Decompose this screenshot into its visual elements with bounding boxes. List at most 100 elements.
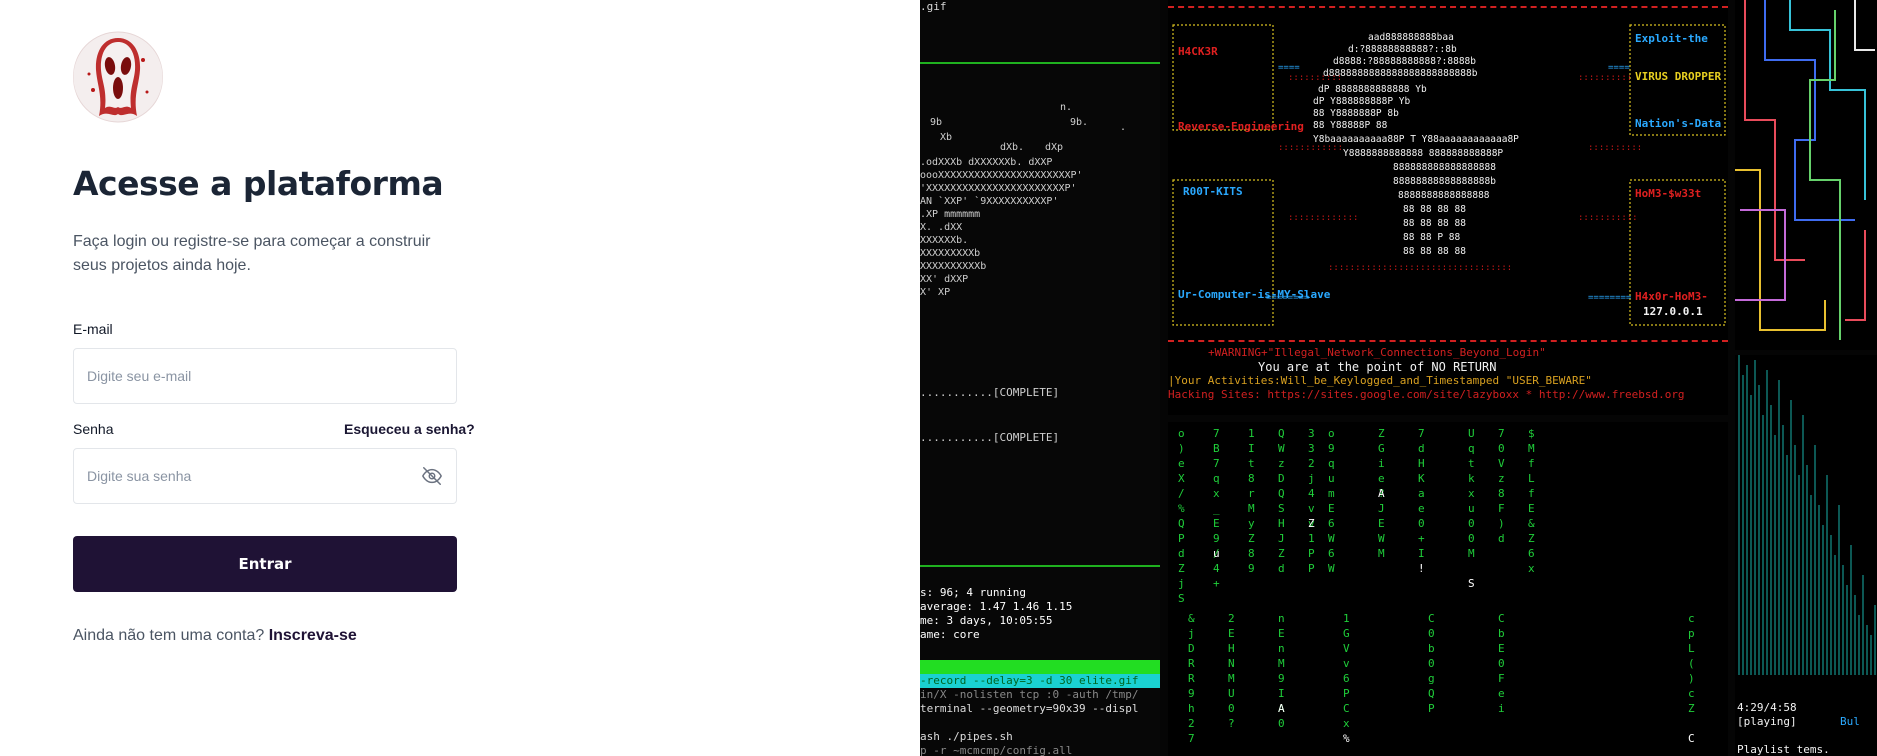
email-field[interactable] [73,348,457,404]
cmd-line-2: in/X -nolisten tcp :0 -auth /tmp/ [920,688,1139,701]
email-label: E-mail [73,321,113,337]
reverse-label: Reverse-Engineering [1178,120,1304,133]
svg-text:0: 0 [1498,657,1505,670]
svg-text:888888888888888888: 888888888888888888 [1393,162,1496,173]
svg-text:AN `XXP' `9XXXXXXXXXXP': AN `XXP' `9XXXXXXXXXXP' [920,195,1058,207]
svg-text:9: 9 [1328,442,1335,455]
svg-text:A: A [1378,487,1385,500]
svg-text:7: 7 [1498,427,1505,440]
eye-off-icon[interactable] [421,465,443,487]
svg-text:): ) [1498,517,1505,530]
email-input[interactable] [87,368,443,384]
svg-text:L: L [1688,642,1695,655]
svg-text:2: 2 [1188,717,1195,730]
svg-text:Z: Z [1178,562,1185,575]
forgot-password-link[interactable]: Esqueceu a senha? [344,421,475,437]
svg-text:::::::::::: :::::::::: [1578,73,1632,83]
svg-text:X' XP: X' XP [920,287,950,298]
svg-text:6: 6 [1328,517,1335,530]
svg-text:_: _ [1213,502,1220,515]
svg-text:3: 3 [1308,427,1315,440]
svg-text:V: V [1343,642,1350,655]
hacker-label: H4CK3R [1178,45,1218,58]
svg-text:========: ======== [1588,293,1632,303]
svg-text:f: f [1528,487,1535,500]
svg-text:J: J [1378,502,1385,515]
svg-text:X. .dXX: X. .dXX [920,222,962,233]
svg-text:+: + [1213,577,1220,590]
sites-line: Hacking Sites: https://sites.google.com/… [1168,388,1685,401]
svg-text:W: W [1328,532,1335,545]
svg-text:oooXXXXXXXXXXXXXXXXXXXXXXP': oooXXXXXXXXXXXXXXXXXXXXXXP' [920,170,1083,181]
ascii-skull-art: n. 9b.. 9b Xb dXb. dXp .odXXXb dXXXXXXb. dXX… [920,102,1126,298]
svg-text:M: M [1528,442,1535,455]
svg-text:H: H [1228,642,1235,655]
visualizer-pane: 4:29/4:58 [playing] Bul Playlist tems. [1735,355,1877,756]
svg-text:dP 8888888888888 Yb: dP 8888888888888 Yb [1318,84,1427,95]
svg-text:e: e [1498,687,1505,700]
signup-prompt-text: Ainda não tem uma conta? [73,627,265,644]
svg-text:Y8888888888888 888888888888P: Y8888888888888 888888888888P [1343,148,1503,159]
svg-text:%: % [1178,502,1185,515]
svg-text:1: 1 [1248,427,1255,440]
svg-text:Z: Z [1688,702,1695,715]
svg-text:?: ? [1228,717,1235,730]
svg-text:0: 0 [1228,702,1235,715]
svg-text:M: M [1278,657,1285,670]
svg-text:8: 8 [1498,487,1505,500]
svg-text:P: P [1178,532,1185,545]
svg-text:aad888888888baa: aad888888888baa [1368,32,1454,43]
svg-text:88 88 88 88: 88 88 88 88 [1403,218,1466,229]
svg-text:Q: Q [1178,517,1185,530]
password-field[interactable] [73,448,457,504]
svg-text:2: 2 [1308,457,1315,470]
player-tab: Bul [1840,715,1860,728]
svg-text:dXb.: dXb. [1000,142,1024,153]
svg-text:f: f [1528,457,1535,470]
svg-text:A: A [1278,702,1285,715]
svg-text:z: z [1498,472,1505,485]
svg-text:d:?88888888888?::8b: d:?88888888888?::8b [1348,44,1457,55]
svg-text:S: S [1468,577,1475,590]
svg-text:j: j [1308,472,1315,485]
svg-text:x: x [1213,487,1220,500]
svg-text:I: I [1278,687,1285,700]
svg-text:====: ==== [1278,63,1300,73]
svg-text:j: j [1188,627,1195,640]
terminal-pane-left: .gif n. 9b.. 9b Xb dXb. dXp .odXXXb dXXXXXXb… [920,0,1160,756]
svg-text:x: x [1528,562,1535,575]
complete-line-2: ...........[COMPLETE] [920,431,1060,444]
svg-text:p: p [1688,627,1695,640]
gif-filename: .gif [920,0,947,13]
svg-text:9b.: 9b. [1070,117,1088,128]
svg-text:): ) [1178,442,1185,455]
virus-label: VIRUS DROPPER ? [1635,70,1728,83]
svg-text:M: M [1248,502,1255,515]
svg-text:u: u [1468,502,1475,515]
svg-text:e: e [1418,502,1425,515]
signup-link[interactable]: Inscreva-se [269,627,357,644]
svg-text:G: G [1343,627,1350,640]
svg-text:D: D [1278,472,1285,485]
login-button[interactable]: Entrar [73,536,457,592]
svg-text:C: C [1498,612,1505,625]
svg-text:y: y [1248,517,1255,530]
svg-text:3: 3 [1308,442,1315,455]
cmd-line-1: -record --delay=3 -d 30 elite.gif [920,674,1160,688]
svg-text:Q: Q [1278,487,1285,500]
svg-text:&: & [1188,612,1195,625]
svg-text:Q: Q [1428,687,1435,700]
cmd-line-3: terminal --geometry=90x39 --displ [920,702,1139,715]
banner-border-bottom [1168,340,1728,343]
uptime: me: 3 days, 10:05:55 [920,614,1053,627]
svg-text:d: d [1418,442,1425,455]
audio-visualizer [1738,355,1876,675]
svg-text:V: V [1498,457,1505,470]
svg-text:M: M [1378,547,1385,560]
svg-text:X: X [1178,472,1185,485]
password-input[interactable] [87,468,421,484]
svg-text:!: ! [1418,562,1425,575]
svg-text:W: W [1378,532,1385,545]
banner-border-top [1168,6,1728,9]
svg-text:E: E [1213,517,1220,530]
